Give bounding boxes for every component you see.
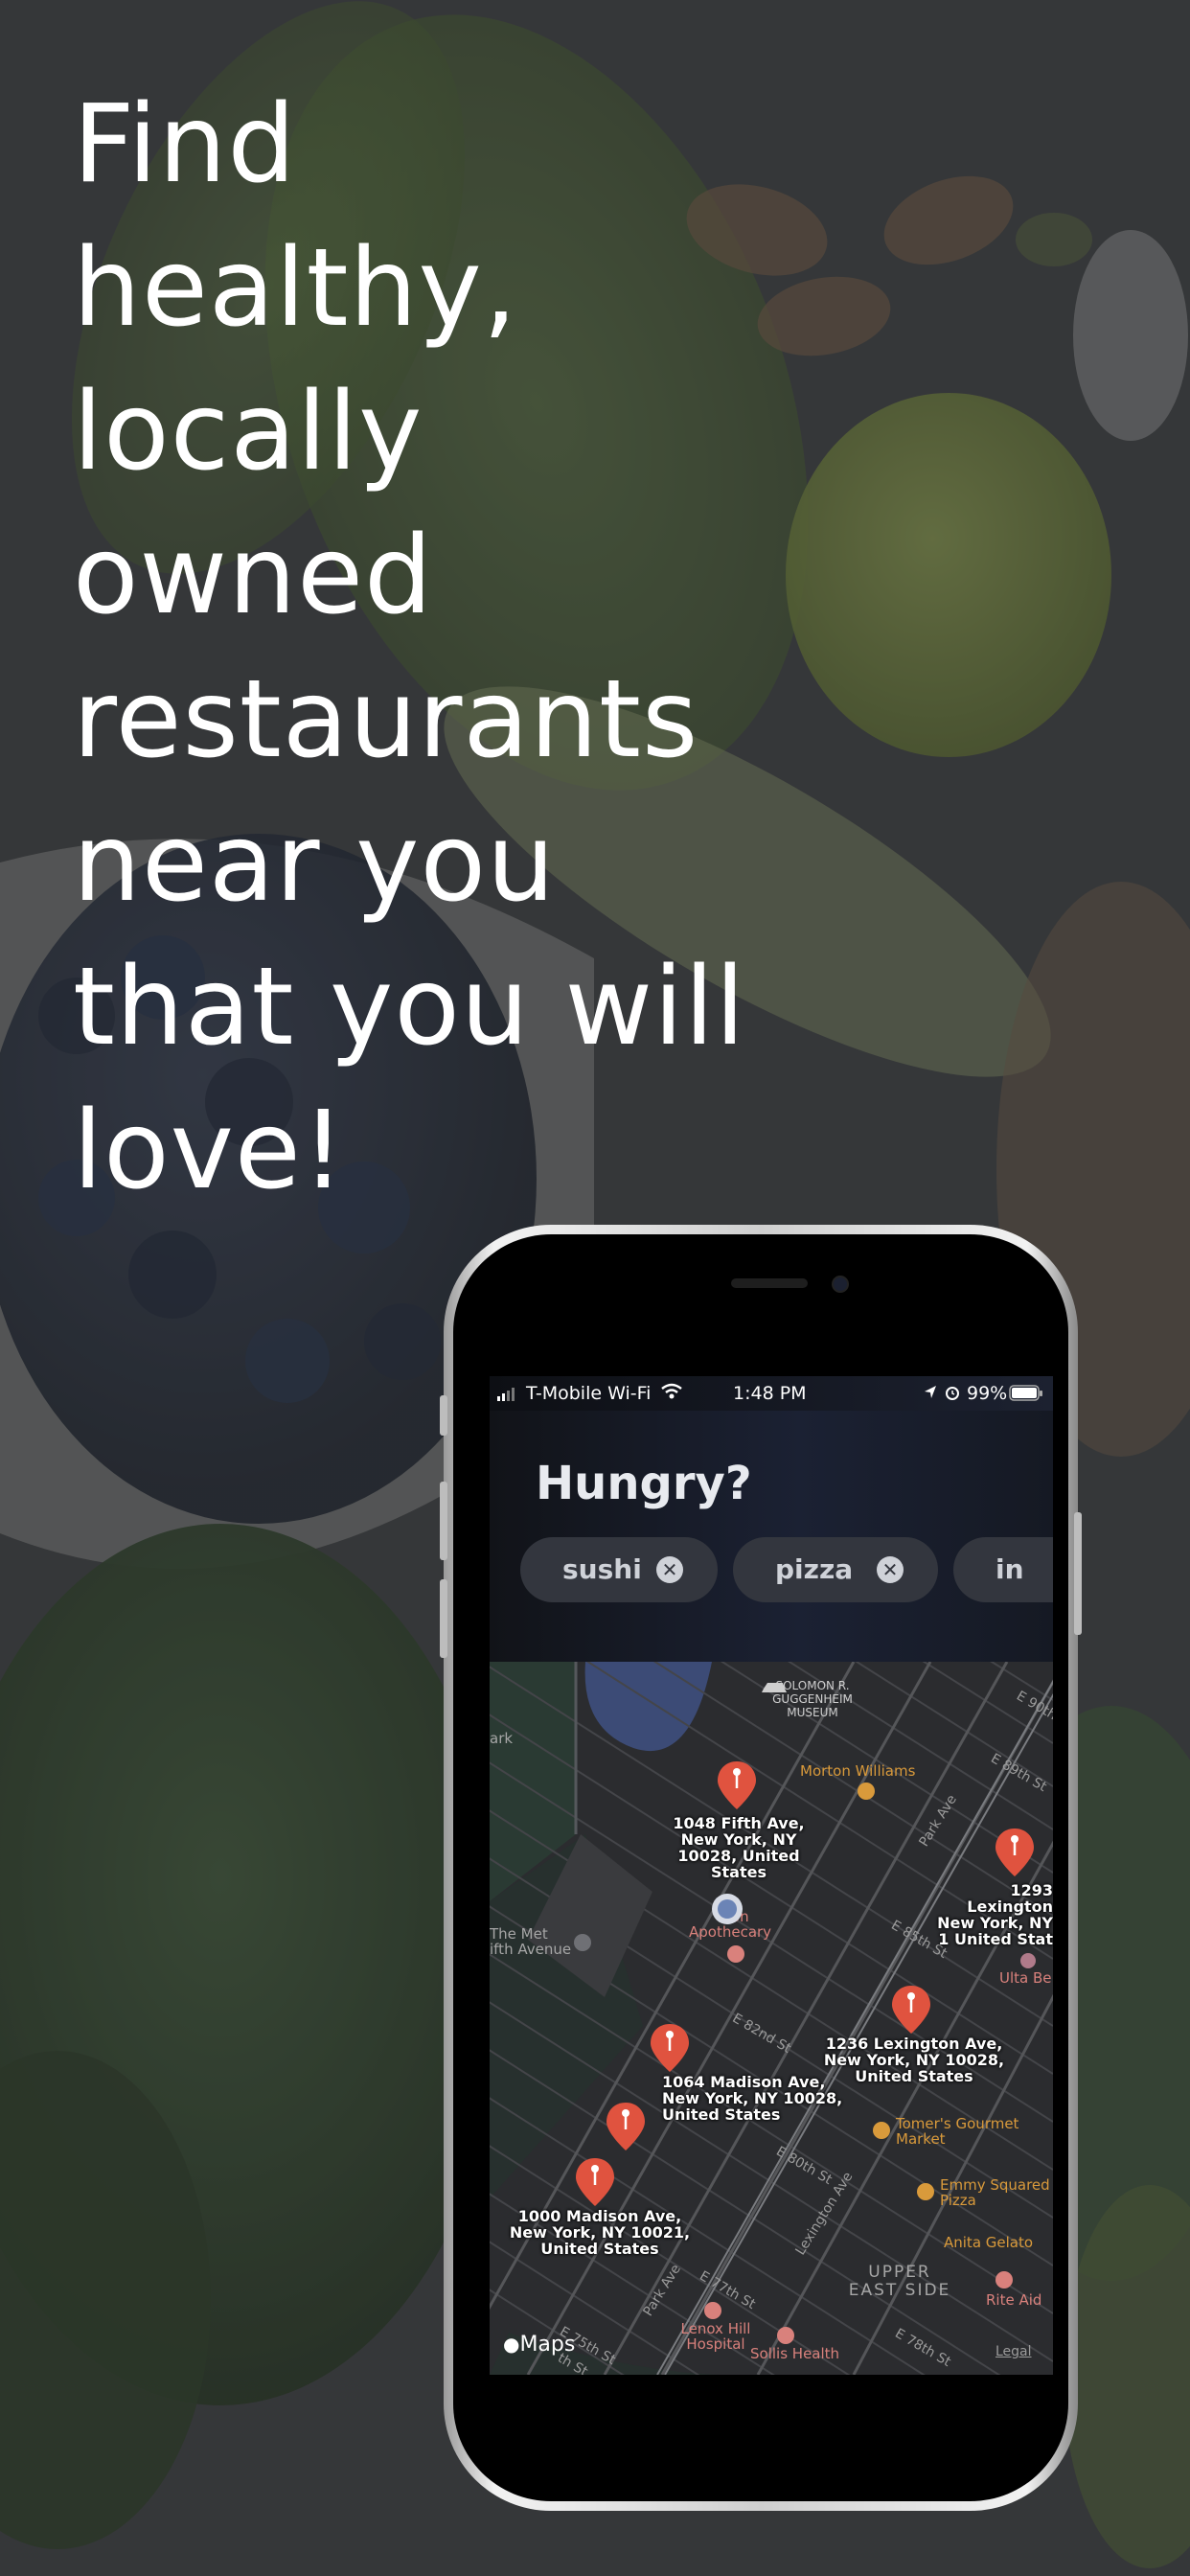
phone-volume-down [440, 1579, 447, 1658]
poi-label: Apothecary [689, 1923, 772, 1941]
poi-label: Rite Aid [986, 2291, 1042, 2309]
headline-line: healthy, [73, 226, 518, 351]
headline-line: locally [73, 370, 423, 494]
location-arrow-icon [923, 1384, 938, 1406]
signal-icon [497, 1386, 518, 1407]
headline-line: Find [73, 82, 297, 207]
pin-address-label: 1064 Madison Ave, New York, NY 10028, Un… [662, 2073, 843, 2124]
poi-label: The Met ifth Avenue [490, 1925, 572, 1958]
page-title: Hungry? [536, 1457, 752, 1510]
shop-icon [1020, 1953, 1036, 1968]
headline-line: owned [73, 514, 434, 638]
area-label-upper-east-side: UPPER EAST SIDE [848, 2263, 951, 2300]
chip-label: in [995, 1553, 1024, 1585]
poi-guggenheim[interactable]: SOLOMON R. GUGGENHEIM MUSEUM [760, 1679, 865, 1719]
phone-camera [832, 1276, 849, 1293]
poi-sollis-health[interactable]: Sollis Health [750, 2327, 840, 2362]
poi-park: ark [490, 1730, 514, 1747]
museum-icon [762, 1683, 787, 1692]
map-pin-icon[interactable] [574, 2156, 616, 2208]
pharmacy-icon [727, 1945, 744, 1963]
phone-bezel: T-Mobile Wi-Fi 1:48 PM 99% Hungry? sushi… [453, 1234, 1068, 2501]
poi-label: Emmy Squared Pizza [940, 2176, 1050, 2209]
apple-logo-icon: ● [503, 2333, 520, 2356]
map-pin-icon[interactable] [994, 1827, 1036, 1878]
filter-chip-pizza[interactable]: pizza ✕ [733, 1537, 938, 1602]
pin-address-label: 1000 Madison Ave, New York, NY 10021, Un… [509, 2207, 691, 2258]
poi-emmy-squared[interactable]: Emmy Squared Pizza [917, 2176, 1053, 2209]
pin-address-label: 1048 Fifth Ave, New York, NY 10028, Unit… [673, 1814, 805, 1881]
chip-label: pizza [775, 1553, 854, 1585]
map-pin-icon[interactable] [890, 1984, 932, 2036]
chip-label: sushi [562, 1553, 642, 1585]
poi-the-met[interactable]: The Met ifth Avenue [490, 1925, 591, 1958]
remove-chip-icon[interactable]: ✕ [877, 1556, 904, 1583]
map-streets [490, 1662, 1053, 2375]
grocery-icon [873, 2122, 890, 2139]
headline: Find healthy, locally owned restaurants … [73, 73, 744, 1223]
map-pin-icon[interactable] [716, 1760, 758, 1811]
phone-mockup: T-Mobile Wi-Fi 1:48 PM 99% Hungry? sushi… [440, 1225, 1082, 2511]
apple-maps-logo: ●Maps [503, 2333, 575, 2357]
poi-ulta[interactable]: Ulta Be [999, 1953, 1052, 1987]
headline-line: love! [73, 1089, 346, 1213]
poi-tomers[interactable]: Tomer's Gourmet Market [873, 2115, 1030, 2148]
battery-percent: 99% [967, 1383, 1008, 1404]
phone-speaker [731, 1278, 808, 1288]
poi-label: Lenox Hill Hospital [680, 2320, 751, 2353]
filter-chip-sushi[interactable]: sushi ✕ [520, 1537, 718, 1602]
carrier-label: T-Mobile Wi-Fi [526, 1383, 652, 1404]
filter-chips: sushi ✕ pizza ✕ in [520, 1537, 1053, 1606]
app-screen: T-Mobile Wi-Fi 1:48 PM 99% Hungry? sushi… [490, 1376, 1053, 2375]
grocery-icon [858, 1782, 875, 1800]
pin-address-label: 1293 Lexington New York, NY 1 United Sta… [937, 1881, 1053, 1948]
poi-label: Ulta Be [999, 1969, 1052, 1987]
map-pin-icon[interactable] [649, 2022, 691, 2074]
headline-line: that you will [73, 945, 746, 1070]
filter-chip-partial[interactable]: in [953, 1537, 1053, 1602]
pizza-icon [917, 2183, 934, 2200]
app-header: Hungry? sushi ✕ pizza ✕ in [490, 1411, 1053, 1662]
poi-morton-williams[interactable]: Morton Williams [800, 1762, 916, 1800]
poi-anita-gelato[interactable]: Anita Gelato [944, 2235, 1033, 2250]
poi-label: Tomer's Gourmet Market [896, 2115, 1019, 2148]
map-pin-icon[interactable] [605, 2101, 647, 2152]
status-bar: T-Mobile Wi-Fi 1:48 PM 99% [490, 1376, 1053, 1411]
headline-line: restaurants [73, 657, 699, 782]
remove-chip-icon[interactable]: ✕ [656, 1556, 683, 1583]
maps-label: Maps [519, 2333, 576, 2357]
battery-icon [1009, 1385, 1043, 1407]
headline-line: near you [73, 801, 556, 926]
map-view[interactable]: E 90th E 89th St Park Ave E 85th St E 82… [490, 1662, 1053, 2375]
phone-power-button [1074, 1512, 1082, 1635]
clock: 1:48 PM [733, 1383, 807, 1404]
pharmacy-icon [995, 2271, 1013, 2288]
phone-mute-switch [440, 1395, 447, 1436]
pin-address-label: 1236 Lexington Ave, New York, NY 10028, … [823, 2035, 1005, 2085]
phone-volume-up [440, 1482, 447, 1560]
hospital-icon [704, 2302, 721, 2319]
current-location-icon [712, 1894, 743, 1924]
legal-link[interactable]: Legal [995, 2344, 1032, 2359]
poi-label: Morton Williams [800, 1762, 916, 1780]
poi-label: Sollis Health [750, 2345, 840, 2362]
museum-icon [574, 1934, 591, 1951]
alarm-icon [944, 1384, 961, 1406]
wifi-icon [660, 1382, 683, 1406]
medical-icon [777, 2327, 794, 2344]
